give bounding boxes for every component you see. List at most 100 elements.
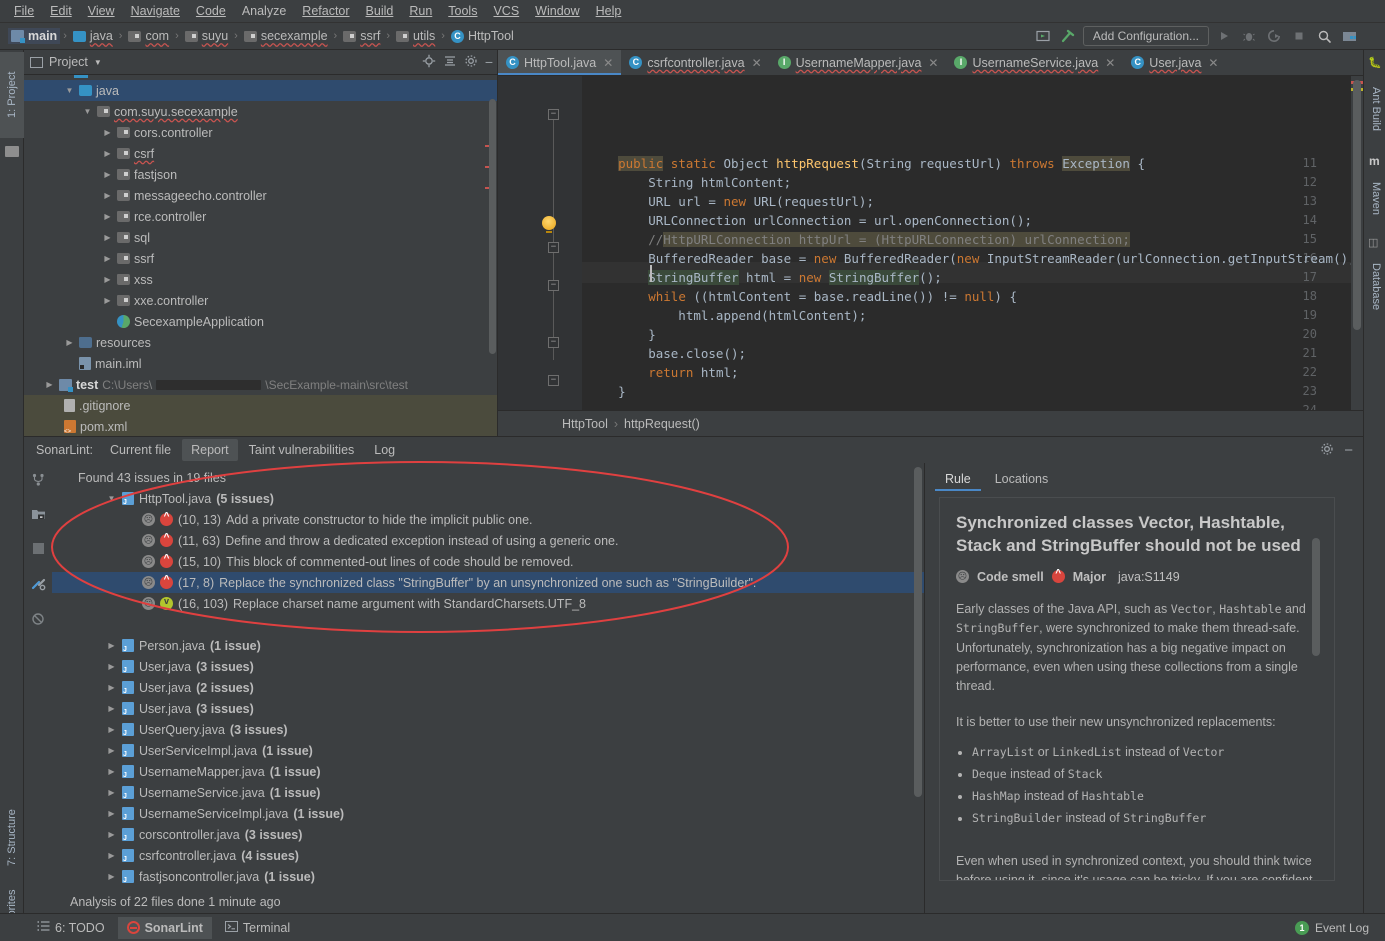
add-configuration-button[interactable]: Add Configuration... <box>1082 26 1209 46</box>
menu-item-analyze[interactable]: Analyze <box>234 2 294 20</box>
chevron-right-icon[interactable]: ▶ <box>106 641 117 650</box>
editor-gutter[interactable] <box>498 76 582 410</box>
chevron-right-icon[interactable]: ▶ <box>106 704 117 713</box>
tree-node-rce-controller[interactable]: ▶ rce.controller <box>24 206 497 227</box>
tree-node-xss[interactable]: ▶ xss <box>24 269 497 290</box>
chevron-right-icon[interactable]: ▶ <box>106 788 117 797</box>
intention-bulb-icon[interactable] <box>542 216 556 233</box>
breadcrumb-item-suyu[interactable]: suyu <box>182 28 231 44</box>
issue-row[interactable]: ☹ (10, 13) Add a private constructor to … <box>52 509 924 530</box>
issue-row[interactable]: ☹ (11, 63) Define and throw a dedicated … <box>52 530 924 551</box>
sidebar-item-ant-build[interactable]: Ant Build <box>1364 72 1385 146</box>
menu-item-code[interactable]: Code <box>188 2 234 20</box>
tab-rule[interactable]: Rule <box>935 467 981 491</box>
chevron-down-icon[interactable]: ▼ <box>106 494 117 503</box>
tree-node-xxe-controller[interactable]: ▶ xxe.controller <box>24 290 497 311</box>
chevron-right-icon[interactable]: ▶ <box>106 872 117 881</box>
project-tree[interactable]: ▼ java ▼ com.suyu.secexample ▶ cors.cont… <box>24 75 497 436</box>
tree-node-secexample-application[interactable]: SecexampleApplication <box>24 311 497 332</box>
chevron-right-icon[interactable]: ▶ <box>106 767 117 776</box>
chevron-right-icon[interactable]: ▶ <box>102 275 113 284</box>
build-hammer-icon[interactable] <box>1058 26 1078 46</box>
chevron-down-icon[interactable]: ▼ <box>64 86 75 95</box>
menu-item-file[interactable]: File <box>6 2 42 20</box>
issue-file-row[interactable]: ▶ UsernameMapper.java (1 issue) <box>52 761 924 782</box>
fold-handle[interactable] <box>548 337 559 348</box>
editor-scroll-thumb[interactable] <box>1353 80 1361 330</box>
chevron-right-icon[interactable]: ▶ <box>106 725 117 734</box>
menu-item-edit[interactable]: Edit <box>42 2 80 20</box>
project-icon[interactable] <box>1339 26 1359 46</box>
close-icon[interactable]: ✕ <box>1105 56 1115 70</box>
menu-item-refactor[interactable]: Refactor <box>294 2 357 20</box>
breadcrumb-class[interactable]: HttpTool <box>562 417 608 431</box>
fold-handle[interactable] <box>548 375 559 386</box>
settings-gear-icon[interactable] <box>1320 442 1334 459</box>
tree-node-test[interactable]: ▶ test C:\Users\ \SecExample-main\src\tes… <box>24 374 497 395</box>
tab-csrfcontroller-java[interactable]: C csrfcontroller.java ✕ <box>621 50 769 75</box>
issue-row[interactable]: ☹ (16, 103) Replace charset name argumen… <box>52 593 924 614</box>
fold-handle[interactable] <box>548 280 559 291</box>
tree-node-fastjson[interactable]: ▶ fastjson <box>24 164 497 185</box>
menu-item-help[interactable]: Help <box>588 2 630 20</box>
chevron-right-icon[interactable]: ▶ <box>106 662 117 671</box>
chevron-right-icon[interactable]: ▶ <box>64 338 75 347</box>
breadcrumb-item-secexample[interactable]: secexample <box>241 28 331 44</box>
tab-httptool-java[interactable]: C HttpTool.java ✕ <box>498 50 622 75</box>
chevron-right-icon[interactable]: ▶ <box>102 191 113 200</box>
sidebar-item-project[interactable]: 1: Project <box>0 52 24 138</box>
chevron-right-icon[interactable]: ▶ <box>102 128 113 137</box>
search-everywhere-icon[interactable] <box>1314 26 1334 46</box>
tree-node-csrf[interactable]: ▶ csrf <box>24 143 497 164</box>
tree-node-cors-controller[interactable]: ▶ cors.controller <box>24 122 497 143</box>
menu-item-navigate[interactable]: Navigate <box>123 2 188 20</box>
issue-file-row[interactable]: ▶ UsernameService.java (1 issue) <box>52 782 924 803</box>
project-tree-scrollbar[interactable] <box>489 99 496 354</box>
menu-item-tools[interactable]: Tools <box>440 2 485 20</box>
run-coverage-icon[interactable] <box>1264 26 1284 46</box>
settings-gear-icon[interactable] <box>464 54 478 71</box>
issue-file-row[interactable]: ▶ UserQuery.java (3 issues) <box>52 719 924 740</box>
close-icon[interactable]: ✕ <box>928 56 938 70</box>
breadcrumb-method[interactable]: httpRequest() <box>624 417 700 431</box>
sonarlint-issue-list[interactable]: Found 43 issues in 19 files ▼ HttpTool.j… <box>52 463 924 913</box>
chevron-down-icon[interactable]: ▼ <box>94 58 102 67</box>
hide-icon[interactable]: − <box>485 55 493 69</box>
sidebar-item-database[interactable]: Database <box>1364 252 1385 322</box>
issue-file-row[interactable]: ▶ csrfcontroller.java (4 issues) <box>52 845 924 866</box>
chevron-right-icon[interactable]: ▶ <box>102 254 113 263</box>
chevron-down-icon[interactable]: ▼ <box>82 107 93 116</box>
tree-node-sql[interactable]: ▶ sql <box>24 227 497 248</box>
tree-node-gitignore[interactable]: .gitignore <box>24 395 497 416</box>
tab-user-java[interactable]: C User.java ✕ <box>1123 50 1226 75</box>
tree-node-main-iml[interactable]: main.iml <box>24 353 497 374</box>
breadcrumb-item-java[interactable]: java <box>70 28 116 44</box>
square-icon[interactable] <box>32 542 45 558</box>
issue-list-scrollbar[interactable] <box>914 467 922 797</box>
sidebar-item-maven[interactable]: Maven <box>1364 170 1385 228</box>
issue-group-httptool[interactable]: ▼ HttpTool.java (5 issues) <box>52 488 924 509</box>
stop-icon[interactable] <box>1289 26 1309 46</box>
issue-file-row[interactable]: ▶ User.java (3 issues) <box>52 698 924 719</box>
chevron-right-icon[interactable]: ▶ <box>106 683 117 692</box>
fold-handle[interactable] <box>548 109 559 120</box>
status-item-sonarlint[interactable]: SonarLint <box>117 916 212 939</box>
tree-node-resources[interactable]: ▶ resources <box>24 332 497 353</box>
tab-locations[interactable]: Locations <box>985 467 1059 491</box>
issue-row[interactable]: ☹ (15, 10) This block of commented-out l… <box>52 551 924 572</box>
rule-description-card[interactable]: Synchronized classes Vector, Hashtable, … <box>939 497 1335 881</box>
debug-icon[interactable] <box>1239 26 1259 46</box>
chevron-right-icon[interactable]: ▶ <box>102 233 113 242</box>
issue-file-row[interactable]: ▶ UserServiceImpl.java (1 issue) <box>52 740 924 761</box>
tab-usernameservice-java[interactable]: I UsernameService.java ✕ <box>946 50 1123 75</box>
issue-file-row[interactable]: ▶ Person.java (1 issue) <box>52 635 924 656</box>
status-item-terminal[interactable]: Terminal <box>216 917 299 939</box>
tree-node-ssrf[interactable]: ▶ ssrf <box>24 248 497 269</box>
chevron-right-icon[interactable]: ▶ <box>106 851 117 860</box>
fold-handle[interactable] <box>548 242 559 253</box>
issue-row-selected[interactable]: ☹ (17, 8) Replace the synchronized class… <box>52 572 924 593</box>
breadcrumb-item-ssrf[interactable]: ssrf <box>340 28 383 44</box>
chevron-right-icon[interactable]: ▶ <box>102 149 113 158</box>
tab-log[interactable]: Log <box>365 439 404 461</box>
tab-usernamemapper-java[interactable]: I UsernameMapper.java ✕ <box>770 50 947 75</box>
